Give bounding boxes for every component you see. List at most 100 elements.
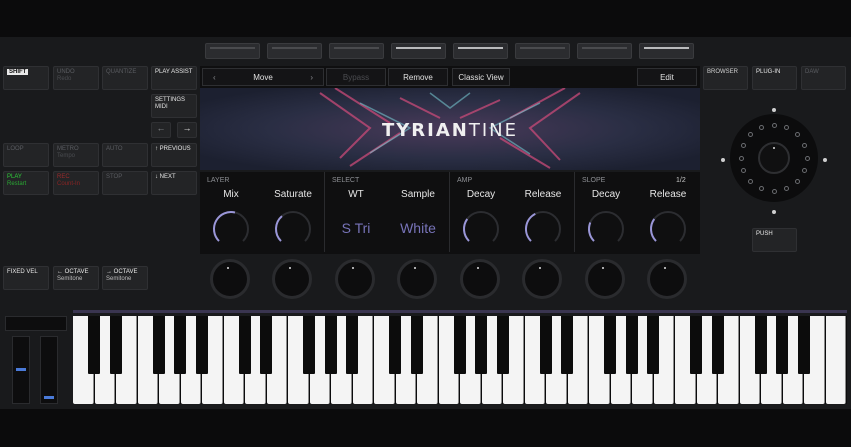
black-key[interactable] — [690, 316, 702, 374]
knob-track — [463, 211, 499, 242]
next-button[interactable]: ↓ NEXT — [151, 171, 197, 195]
black-key[interactable] — [625, 316, 638, 374]
loop-button[interactable]: LOOP — [3, 143, 49, 167]
knob-value-arc[interactable] — [213, 211, 236, 242]
encoder-knob-4[interactable] — [397, 259, 437, 299]
quantize-button[interactable]: QUANTIZE — [102, 66, 148, 90]
black-key[interactable] — [174, 316, 186, 374]
encoder-knob-7[interactable] — [585, 259, 625, 299]
next-label: ↓ NEXT — [155, 174, 176, 180]
remove-button[interactable]: Remove — [388, 68, 448, 86]
octave-down-label: ← OCTAVE — [57, 269, 89, 275]
fixed-vel-label: FIXED VEL — [7, 269, 38, 275]
encoder-knob-6[interactable] — [522, 259, 562, 299]
display-button-5[interactable] — [453, 43, 508, 59]
display-button-8[interactable] — [639, 43, 694, 59]
stop-button[interactable]: STOP — [102, 171, 148, 195]
octave-down-button[interactable]: ← OCTAVE Semitone — [53, 266, 99, 290]
metro-button[interactable]: METRO Tempo — [53, 143, 99, 167]
knob-track — [588, 211, 624, 242]
encoder-knob-5[interactable] — [460, 259, 500, 299]
black-key[interactable] — [475, 316, 487, 374]
browser-button[interactable]: BROWSER — [703, 66, 748, 90]
knob-value-arc[interactable] — [463, 218, 470, 242]
jog-ring-dot — [738, 155, 744, 161]
piano-keyboard[interactable] — [73, 316, 847, 404]
black-key[interactable] — [496, 316, 509, 374]
previous-button[interactable]: ↑ PREVIOUS — [151, 143, 197, 167]
black-key[interactable] — [88, 316, 100, 374]
knob-value-arc[interactable] — [588, 222, 595, 242]
black-key[interactable] — [776, 316, 788, 374]
pitch-wheel[interactable] — [12, 336, 30, 404]
jog-indicator-icon — [773, 147, 775, 149]
display-button-3[interactable] — [329, 43, 384, 59]
settings-midi-button[interactable]: SETTINGS MIDI — [151, 94, 197, 118]
browser-label: BROWSER — [707, 69, 739, 75]
quantize-label: QUANTIZE — [106, 69, 137, 75]
black-key[interactable] — [346, 316, 358, 374]
black-key[interactable] — [561, 316, 573, 374]
encoder-knob-2[interactable] — [272, 259, 312, 299]
rec-button[interactable]: REC Count-In — [53, 171, 99, 195]
black-key[interactable] — [195, 316, 208, 374]
touch-strip[interactable] — [5, 316, 67, 331]
edit-button[interactable]: Edit — [637, 68, 697, 86]
display-button-2[interactable] — [267, 43, 322, 59]
classic-view-button[interactable]: Classic View — [452, 68, 510, 86]
jog-center-button[interactable] — [758, 142, 790, 174]
shift-button[interactable]: SHIFT — [3, 66, 49, 90]
black-key[interactable] — [410, 316, 423, 374]
black-key[interactable] — [711, 316, 724, 374]
daw-button[interactable]: DAW — [801, 66, 846, 90]
app-window: SHIFT UNDO Redo QUANTIZE PLAY ASSIST SET… — [0, 0, 851, 447]
arrow-right-button[interactable]: → — [177, 122, 197, 138]
arrow-left-button[interactable]: ← — [151, 122, 171, 138]
chevron-right-icon[interactable]: › — [310, 73, 313, 82]
arrow-left-icon: ← — [156, 123, 166, 133]
knob-indicator-icon — [602, 267, 604, 269]
undo-button[interactable]: UNDO Redo — [53, 66, 99, 90]
play-button[interactable]: PLAY Restart — [3, 171, 49, 195]
black-key[interactable] — [754, 316, 767, 374]
display-button-7[interactable] — [577, 43, 632, 59]
undo-label: UNDO — [57, 69, 75, 75]
shift-label: SHIFT — [7, 69, 29, 75]
black-key[interactable] — [324, 316, 337, 374]
black-key[interactable] — [797, 316, 810, 374]
play-assist-button[interactable]: PLAY ASSIST — [151, 66, 197, 90]
black-key[interactable] — [453, 316, 466, 374]
push-button[interactable]: PUSH — [752, 228, 797, 252]
move-selector[interactable]: ‹ Move › — [202, 68, 324, 86]
chevron-left-icon[interactable]: ‹ — [213, 73, 216, 82]
previous-label: ↑ PREVIOUS — [155, 146, 191, 152]
fixed-vel-button[interactable]: FIXED VEL — [3, 266, 49, 290]
plugin-button[interactable]: PLUG-IN — [752, 66, 797, 90]
display-button-4[interactable] — [391, 43, 446, 59]
black-key[interactable] — [647, 316, 659, 374]
display-button-1[interactable] — [205, 43, 260, 59]
black-key[interactable] — [152, 316, 165, 374]
octave-up-button[interactable]: → OCTAVE Semitone — [102, 266, 148, 290]
mod-wheel[interactable] — [40, 336, 58, 404]
auto-button[interactable]: AUTO — [102, 143, 148, 167]
encoder-knob-3[interactable] — [335, 259, 375, 299]
display-button-6[interactable] — [515, 43, 570, 59]
black-key[interactable] — [604, 316, 616, 374]
black-key[interactable] — [389, 316, 401, 374]
bypass-button[interactable]: Bypass — [326, 68, 386, 86]
white-key[interactable] — [825, 316, 846, 404]
encoder-knob-1[interactable] — [210, 259, 250, 299]
black-key[interactable] — [539, 316, 552, 374]
redo-label: Redo — [57, 76, 72, 82]
black-key[interactable] — [260, 316, 272, 374]
knob-value-arc[interactable] — [650, 218, 657, 242]
black-key[interactable] — [238, 316, 251, 374]
knob-value-arc[interactable] — [525, 212, 536, 242]
metro-label: METRO — [57, 146, 79, 152]
knob-value-arc[interactable] — [275, 215, 283, 242]
black-key[interactable] — [303, 316, 315, 374]
jog-direction-dot — [772, 210, 776, 214]
black-key[interactable] — [109, 316, 122, 374]
encoder-knob-8[interactable] — [647, 259, 687, 299]
